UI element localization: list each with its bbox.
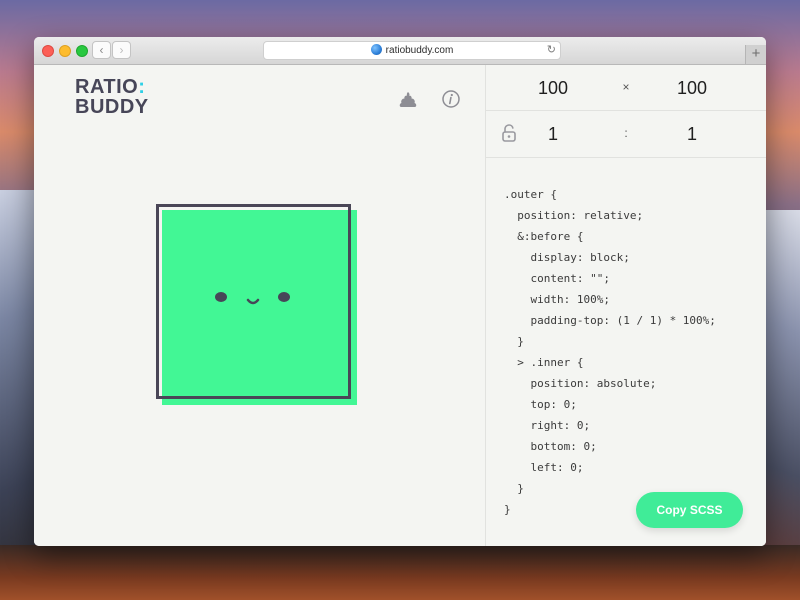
- code-line: display: block;: [504, 251, 630, 264]
- preview-pane: RATIO: BUDDY: [34, 65, 485, 546]
- close-window-button[interactable]: [42, 45, 54, 57]
- logo-line-2: BUDDY: [75, 96, 149, 118]
- reload-button[interactable]: ↻: [547, 42, 556, 59]
- code-line: &:before {: [504, 230, 584, 243]
- copy-scss-button[interactable]: Copy SCSS: [636, 492, 743, 528]
- minimize-window-button[interactable]: [59, 45, 71, 57]
- forward-button[interactable]: ›: [112, 41, 131, 59]
- smiley-face-icon: [215, 292, 290, 305]
- browser-window: ‹ › ratiobuddy.com ↻ + RATIO: BUDDY 100 …: [34, 37, 766, 546]
- new-tab-button[interactable]: +: [745, 45, 766, 64]
- code-line: position: relative;: [504, 209, 644, 222]
- code-line: bottom: 0;: [504, 440, 597, 453]
- code-line: right: 0;: [504, 419, 591, 432]
- url-text: ratiobuddy.com: [385, 45, 454, 56]
- maximize-window-button[interactable]: [76, 45, 88, 57]
- width-input[interactable]: 100: [523, 78, 583, 99]
- code-line: left: 0;: [504, 461, 584, 474]
- code-line: padding-top: (1 / 1) * 100%;: [504, 314, 716, 327]
- code-line: }: [504, 482, 524, 495]
- code-line: width: 100%;: [504, 293, 610, 306]
- ratio-left-input[interactable]: 1: [523, 124, 583, 145]
- ratio-right-input[interactable]: 1: [662, 124, 722, 145]
- info-icon[interactable]: [442, 90, 460, 108]
- poop-icon[interactable]: [399, 91, 417, 107]
- address-bar[interactable]: ratiobuddy.com ↻: [263, 41, 561, 60]
- logo-line-1: RATIO:: [75, 76, 146, 98]
- unlocked-lock-icon[interactable]: [502, 124, 516, 142]
- code-line: > .inner {: [504, 356, 584, 369]
- ratio-preview: [156, 204, 357, 405]
- size-row: 100 × 100: [486, 65, 766, 111]
- ratio-row: 1 : 1: [486, 111, 766, 158]
- browser-titlebar: ‹ › ratiobuddy.com ↻ +: [34, 37, 766, 65]
- code-line: position: absolute;: [504, 377, 657, 390]
- desktop-ground: [0, 545, 800, 600]
- back-button[interactable]: ‹: [92, 41, 111, 59]
- code-line: }: [504, 503, 511, 516]
- settings-pane: 100 × 100 1 : 1 .outer { position: relat…: [486, 65, 766, 546]
- code-line: .outer {: [504, 188, 557, 201]
- height-input[interactable]: 100: [662, 78, 722, 99]
- page-content: RATIO: BUDDY 100 × 100 1: 1 .outer {po…: [34, 65, 766, 546]
- code-line: top: 0;: [504, 398, 577, 411]
- code-line: }: [504, 335, 524, 348]
- ratio-separator: :: [624, 126, 628, 140]
- ratio-buddy-logo[interactable]: RATIO: BUDDY: [75, 77, 149, 117]
- scss-code-block: .outer { position: relative; &:before { …: [504, 184, 716, 520]
- code-line: content: "";: [504, 272, 610, 285]
- globe-icon: [370, 44, 382, 55]
- times-symbol: ×: [622, 80, 630, 94]
